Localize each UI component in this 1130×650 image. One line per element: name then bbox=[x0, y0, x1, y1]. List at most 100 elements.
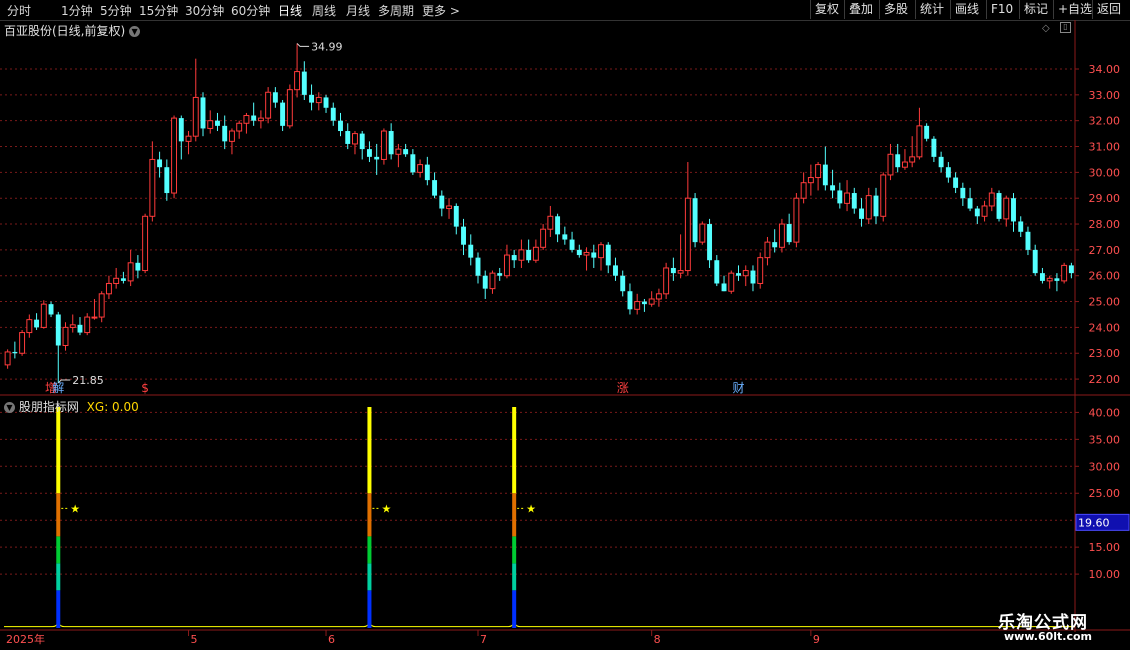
candle-body bbox=[772, 242, 778, 248]
candle-body bbox=[503, 254, 510, 277]
candle-body bbox=[555, 216, 561, 235]
candle-body bbox=[576, 249, 582, 256]
candle-body bbox=[403, 149, 409, 155]
current-value-label: 19.60 bbox=[1078, 516, 1110, 529]
candle-body bbox=[692, 198, 698, 243]
candle-body bbox=[895, 154, 901, 168]
candle-body bbox=[171, 117, 178, 194]
candle-body bbox=[670, 267, 676, 274]
kline-chart[interactable]: 34.00 33.00 32.00 31.00 30.00 29.00 28.00 27.00… bbox=[0, 0, 1130, 650]
main-y-tick-label: 27.00 bbox=[1089, 244, 1121, 257]
event-marker: 解 bbox=[52, 381, 64, 395]
main-y-tick-label: 24.00 bbox=[1089, 321, 1121, 334]
candle-body bbox=[1046, 277, 1053, 282]
candle-body bbox=[742, 270, 749, 277]
candle-body bbox=[655, 293, 662, 300]
candle-body bbox=[837, 190, 843, 204]
candle-body bbox=[974, 208, 980, 217]
candle-body bbox=[844, 192, 851, 204]
candle-body bbox=[764, 241, 771, 259]
candle-body bbox=[815, 164, 822, 179]
candle-body bbox=[446, 205, 453, 210]
candle-body bbox=[164, 167, 170, 194]
candle-body bbox=[77, 324, 83, 333]
candle-body bbox=[547, 215, 554, 230]
candle-body bbox=[526, 249, 532, 261]
candle-body bbox=[532, 246, 539, 261]
candle-body bbox=[793, 197, 800, 243]
candle-body bbox=[91, 316, 98, 319]
candle-body bbox=[865, 195, 872, 220]
indicator-y-tick-label: 40.00 bbox=[1089, 406, 1121, 419]
high-pointer bbox=[296, 43, 310, 47]
event-marker: $ bbox=[141, 381, 149, 395]
signal-bar-segment bbox=[367, 536, 372, 564]
candle-body bbox=[228, 130, 235, 142]
candle-body bbox=[432, 180, 438, 196]
indicator-y-tick-label: 10.00 bbox=[1089, 568, 1121, 581]
candle-body bbox=[55, 314, 61, 346]
signal-bar-segment bbox=[56, 536, 61, 564]
main-y-tick-label: 22.00 bbox=[1089, 373, 1121, 386]
panel-toggle-icon[interactable]: ▯ bbox=[1060, 22, 1071, 33]
candle-body bbox=[736, 273, 741, 276]
candle-body bbox=[728, 272, 735, 292]
diamond-icon[interactable]: ◇ bbox=[1042, 23, 1050, 34]
candle-body bbox=[569, 239, 575, 250]
candle-body bbox=[750, 270, 756, 284]
candle-body bbox=[800, 182, 807, 199]
high-price-label: 34.99 bbox=[311, 40, 343, 53]
candle-body bbox=[34, 319, 40, 328]
candle-body bbox=[562, 234, 568, 240]
candle-body bbox=[938, 156, 944, 168]
candle-body bbox=[251, 115, 257, 121]
candle-body bbox=[721, 283, 727, 292]
candle-body bbox=[620, 275, 626, 292]
candle-body bbox=[851, 193, 857, 209]
candle-body bbox=[236, 122, 243, 132]
indicator-y-tick-label: 25.00 bbox=[1089, 487, 1121, 500]
candle-body bbox=[417, 164, 424, 173]
chevron-down-icon[interactable]: ▼ bbox=[129, 26, 141, 37]
candle-body bbox=[707, 224, 713, 261]
main-y-tick-label: 34.00 bbox=[1089, 63, 1121, 76]
main-y-tick-label: 26.00 bbox=[1089, 270, 1121, 283]
candle-body bbox=[859, 208, 864, 219]
main-y-tick-label: 32.00 bbox=[1089, 115, 1121, 128]
indicator-baseline bbox=[4, 621, 1075, 628]
candle-body bbox=[684, 197, 691, 272]
candle-body bbox=[222, 125, 228, 142]
chevron-down-icon[interactable]: ▼ bbox=[4, 402, 15, 413]
signal-bar-segment bbox=[512, 407, 517, 494]
candle-body bbox=[887, 153, 894, 176]
candle-body bbox=[374, 156, 380, 160]
star-icon: ★ bbox=[526, 502, 536, 515]
candle-body bbox=[272, 92, 278, 103]
candle-body bbox=[192, 96, 199, 137]
candle-body bbox=[996, 193, 1002, 219]
candle-body bbox=[1003, 197, 1010, 220]
candle-body bbox=[410, 154, 416, 173]
candle-body bbox=[280, 102, 286, 126]
candle-body bbox=[468, 244, 474, 258]
candle-body bbox=[352, 133, 358, 145]
indicator-y-tick-label: 30.00 bbox=[1089, 460, 1121, 473]
candle-body bbox=[807, 177, 814, 184]
signal-bar-segment bbox=[512, 563, 517, 591]
signal-bar-segment bbox=[367, 590, 372, 628]
candle-body bbox=[301, 71, 307, 95]
candle-body bbox=[380, 130, 387, 160]
candle-body bbox=[26, 319, 33, 334]
candle-body bbox=[388, 131, 394, 155]
candle-body bbox=[634, 301, 641, 310]
x-axis-label: 5 bbox=[191, 633, 198, 646]
candle-body bbox=[714, 260, 720, 284]
candle-body bbox=[315, 96, 322, 104]
main-y-tick-label: 25.00 bbox=[1089, 296, 1121, 309]
candle-body bbox=[461, 226, 466, 245]
candle-body bbox=[395, 148, 402, 155]
candle-body bbox=[48, 304, 54, 315]
candle-body bbox=[127, 262, 134, 282]
main-y-tick-label: 29.00 bbox=[1089, 192, 1121, 205]
main-y-tick-label: 30.00 bbox=[1089, 166, 1121, 179]
